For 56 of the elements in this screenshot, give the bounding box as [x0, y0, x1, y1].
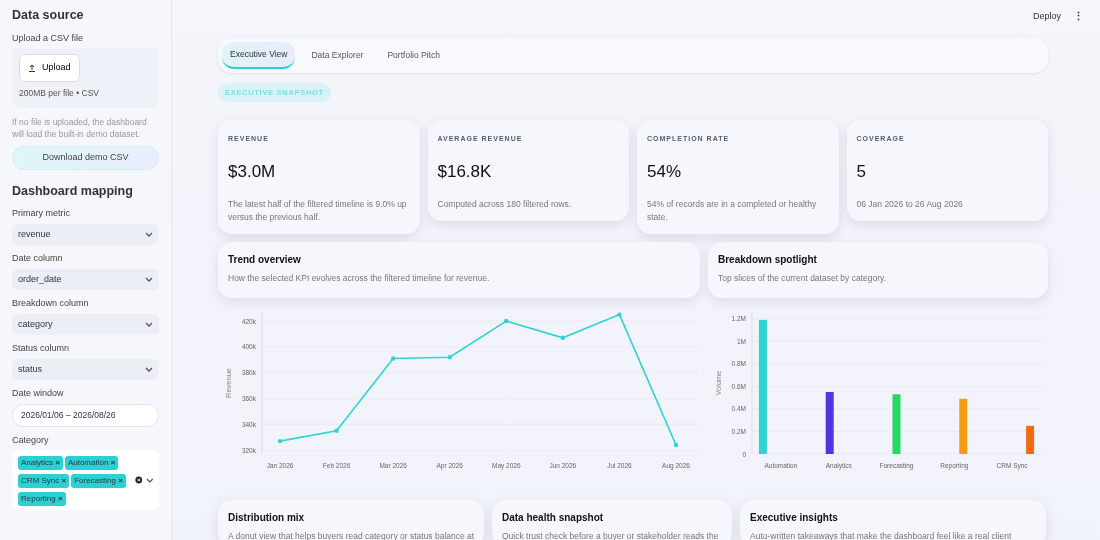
panel-title: Executive insights [750, 511, 839, 526]
download-button[interactable]: Download demo CSV [12, 146, 159, 170]
tag-chip[interactable]: Analytics × [18, 456, 63, 471]
panel-title: Trend overview [228, 252, 302, 267]
bar [892, 394, 901, 455]
tag-chip[interactable]: Reporting × [18, 492, 66, 507]
tag-chip[interactable]: Automation × [64, 456, 119, 471]
deploy-button[interactable]: Deploy [1033, 9, 1061, 24]
field-label: Date column [12, 252, 64, 266]
field-label: Upload a CSV file [12, 31, 85, 45]
caret-icon [145, 367, 153, 373]
multiselect-field[interactable]: Analytics × Automation × CRM Sync × Forecasting × Reporting × [12, 450, 159, 511]
caret-icon [145, 277, 153, 283]
kpi-value: $16.8K [437, 160, 493, 183]
bar [959, 399, 968, 455]
kpi-description: 54% of records are in a completed or healthy state. [647, 198, 818, 224]
kpi-description: The latest half of the filtered timeline is 9.0% up versus the previous half. [228, 198, 408, 224]
caret-icon [146, 477, 154, 483]
caret-icon [145, 232, 153, 238]
tab[interactable]: Data Explorer [303, 42, 372, 69]
upload-hint: 200MB per file • CSV [19, 86, 100, 100]
panel-description: Top slices of the current dataset by category. [718, 271, 888, 285]
bar [825, 392, 834, 455]
panel-title: Breakdown spotlight [718, 252, 818, 267]
menu-icon[interactable]: ⋮ [1073, 8, 1084, 25]
kpi-description: 06 Jan 2026 to 26 Aug 2026 [856, 198, 964, 211]
tag-chip[interactable]: CRM Sync × [18, 474, 70, 489]
tab[interactable]: Portfolio Pitch [379, 42, 448, 69]
kpi-value: 54% [647, 160, 683, 183]
section-heading: Dashboard mapping [12, 182, 134, 200]
select-field[interactable]: revenue [12, 223, 159, 246]
section-heading: Data source [12, 7, 85, 24]
select-field[interactable]: order_date [12, 268, 159, 291]
panel-title: Data health snapshot [502, 511, 605, 526]
field-label: Date window [12, 387, 65, 401]
panel-title: Distribution mix [228, 511, 306, 526]
upload-button[interactable]: Upload [19, 54, 80, 82]
caret-icon [145, 322, 153, 328]
clear-icon[interactable] [134, 476, 143, 485]
kpi-value: 5 [856, 160, 867, 183]
help-text: If no file is uploaded, the dashboard will load the built-in demo dataset. [12, 115, 148, 141]
tab[interactable]: Executive View [222, 42, 296, 69]
select-field[interactable]: status [12, 358, 159, 381]
field-label: Category [12, 433, 50, 447]
select-field[interactable]: category [12, 313, 159, 336]
date-range-field[interactable]: 2026/01/06 – 2026/08/26 [12, 403, 159, 427]
field-label: Status column [12, 342, 71, 356]
upload-dropzone[interactable]: Upload 200MB per file • CSV [12, 48, 159, 107]
field-label: Breakdown column [12, 297, 90, 311]
upload-icon [28, 64, 36, 72]
tag-chip[interactable]: Forecasting × [71, 474, 126, 489]
field-label: Primary metric [12, 207, 71, 221]
panel-description: How the selected KPI evolves across the filtered timeline for revenue. [228, 271, 491, 285]
kpi-value: $3.0M [228, 160, 277, 183]
bar [1026, 426, 1035, 455]
kpi-description: Computed across 180 filtered rows. [437, 198, 573, 211]
